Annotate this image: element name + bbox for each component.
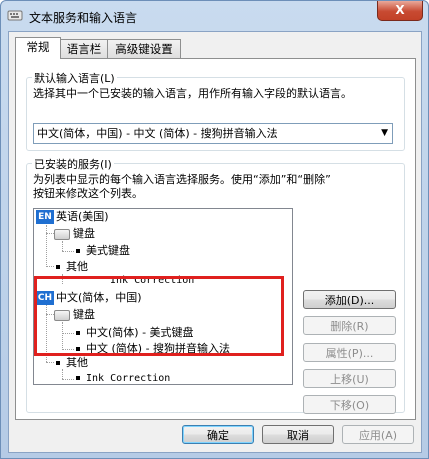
tree-node-label: 英语(美国) xyxy=(56,210,109,223)
close-button[interactable]: X xyxy=(377,1,423,21)
tab-language-bar[interactable]: 语言栏 xyxy=(60,39,108,58)
properties-button[interactable]: 属性(P)... xyxy=(303,343,396,362)
installed-services-description-line2: 按钮来修改这个列表。 xyxy=(33,187,143,200)
bullet-icon xyxy=(56,361,60,365)
default-input-language-select[interactable]: 中文(简体，中国) - 中文 (简体) - 搜狗拼音输入法 ▼ xyxy=(33,123,393,144)
tree-connector xyxy=(46,225,47,267)
apply-button[interactable]: 应用(A) xyxy=(342,425,414,444)
dialog-client-area: 常规 语言栏 高级键设置 默认输入语言(L) 选择其中一个已安装的输入语言，用作… xyxy=(8,31,422,453)
tree-connector xyxy=(46,266,54,267)
ok-button[interactable]: 确定 xyxy=(182,425,254,444)
tree-connector xyxy=(62,241,63,251)
tree-node-label: 其他 xyxy=(66,356,88,369)
tree-node-label: Ink Correction xyxy=(86,373,171,384)
tree-node-language-en[interactable]: EN 英语(美国) xyxy=(36,209,109,225)
add-button[interactable]: 添加(D)... xyxy=(303,290,396,309)
tree-node-service[interactable]: Ink Correction xyxy=(74,370,171,384)
tree-connector xyxy=(62,251,74,252)
move-down-button[interactable]: 下移(O) xyxy=(303,395,396,414)
keyboard-icon xyxy=(54,228,70,240)
tab-general[interactable]: 常规 xyxy=(15,37,61,59)
annotation-highlight-box xyxy=(34,276,284,356)
tree-connector xyxy=(46,362,54,363)
tree-node-label: 美式键盘 xyxy=(86,244,130,257)
keyboard-icon xyxy=(7,10,23,21)
bullet-icon xyxy=(56,265,60,269)
default-input-description: 选择其中一个已安装的输入语言，用作所有输入字段的默认语言。 xyxy=(33,87,352,100)
default-input-language-title: 默认输入语言(L) xyxy=(32,70,117,86)
tree-node-other[interactable]: 其他 xyxy=(54,355,88,371)
language-badge-icon: EN xyxy=(36,210,54,224)
dialog-window: 文本服务和输入语言 X 常规 语言栏 高级键设置 默认输入语言(L) 选择其中一… xyxy=(0,0,429,459)
tree-connector xyxy=(62,379,74,380)
installed-services-description-line1: 为列表中显示的每个输入语言选择服务。使用“添加”和“删除” xyxy=(33,173,331,186)
cancel-button[interactable]: 取消 xyxy=(262,425,334,444)
title-bar[interactable]: 文本服务和输入语言 X xyxy=(1,1,428,31)
bullet-icon xyxy=(76,376,80,380)
move-up-button[interactable]: 上移(U) xyxy=(303,369,396,388)
tree-node-label: 键盘 xyxy=(73,227,95,240)
tab-panel-general: 默认输入语言(L) 选择其中一个已安装的输入语言，用作所有输入字段的默认语言。 … xyxy=(15,58,416,420)
tree-node-other[interactable]: 其他 xyxy=(54,259,88,275)
remove-button[interactable]: 删除(R) xyxy=(303,316,396,335)
chevron-down-icon: ▼ xyxy=(381,128,388,138)
installed-services-title: 已安装的服务(I) xyxy=(32,156,114,172)
bullet-icon xyxy=(76,249,80,253)
window-title: 文本服务和输入语言 xyxy=(29,11,138,25)
tab-advanced-key-settings[interactable]: 高级键设置 xyxy=(107,39,181,58)
tree-node-keyboard[interactable]: 键盘 xyxy=(54,226,95,242)
tree-node-service[interactable]: 美式键盘 xyxy=(74,243,130,259)
tree-node-label: 其他 xyxy=(66,260,88,273)
tree-connector xyxy=(46,233,54,234)
default-input-language-value: 中文(简体，中国) - 中文 (简体) - 搜狗拼音输入法 xyxy=(37,127,278,140)
